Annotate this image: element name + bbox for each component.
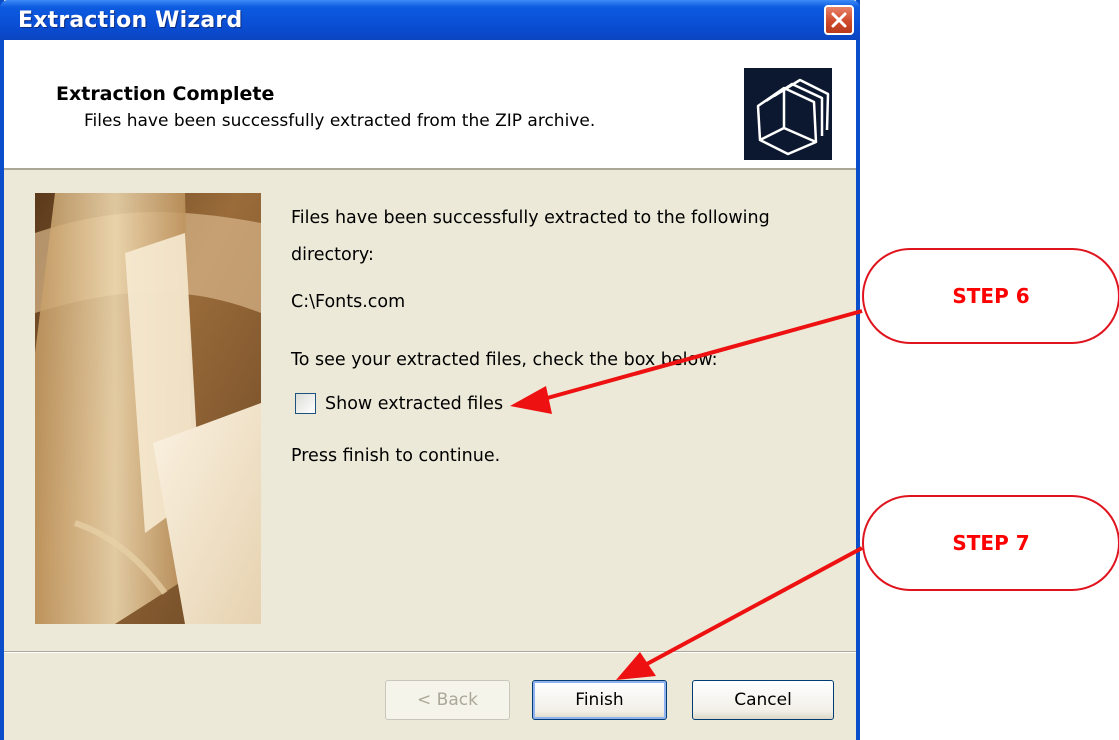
annotation-arrows [510,309,863,680]
step-6-arrow [510,309,863,414]
step-7-arrow [616,546,863,680]
